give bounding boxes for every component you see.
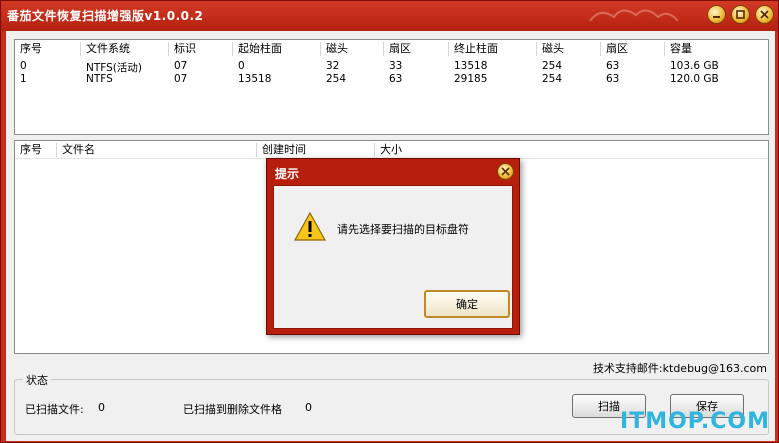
maximize-button[interactable] xyxy=(731,5,750,24)
column-header[interactable]: 扇区 xyxy=(601,40,628,58)
column-header[interactable]: 容量 xyxy=(665,40,692,58)
column-header[interactable]: 序号 xyxy=(15,141,42,159)
support-email: 技术支持邮件:ktdebug@163.com xyxy=(592,362,767,375)
close-icon xyxy=(760,10,769,19)
cell-start-cylinder: 0 xyxy=(238,60,245,72)
cell-start-sector: 33 xyxy=(389,60,403,72)
cell-capacity: 120.0 GB xyxy=(670,73,719,85)
cell-end-sector: 63 xyxy=(606,60,620,72)
alert-dialog: 提示 请先选择要扫描的目标盘符 确定 xyxy=(266,158,520,335)
dialog-close-button[interactable] xyxy=(497,163,514,180)
column-header[interactable]: 终止柱面 xyxy=(449,40,498,58)
scanned-files-value: 0 xyxy=(98,401,105,414)
status-group-label: 状态 xyxy=(23,372,51,388)
dialog-title: 提示 xyxy=(275,167,300,181)
maximize-icon xyxy=(736,10,745,19)
cell-flag: 07 xyxy=(174,60,188,72)
cell-index: 0 xyxy=(20,60,27,72)
watermark-text: ITMOP.COM xyxy=(620,409,770,434)
table-row[interactable]: 0 NTFS(活动) 07 0 32 33 13518 254 63 103.6… xyxy=(15,60,768,74)
cell-start-head: 254 xyxy=(326,73,347,85)
dialog-body: 请先选择要扫描的目标盘符 确定 xyxy=(273,185,513,329)
column-header[interactable]: 扇区 xyxy=(384,40,411,58)
main-window: 番茄文件恢复扫描增强版v1.0.0.2 序号 文件系统 标识 起始柱面 磁头 扇… xyxy=(0,0,779,443)
column-header[interactable]: 大小 xyxy=(375,141,402,159)
table-row[interactable]: 1 NTFS 07 13518 254 63 29185 254 63 120.… xyxy=(15,73,768,86)
minimize-button[interactable] xyxy=(707,5,726,24)
cell-end-cylinder: 29185 xyxy=(454,73,488,85)
cell-start-cylinder: 13518 xyxy=(238,73,272,85)
cell-end-head: 254 xyxy=(542,60,563,72)
scanned-files-label: 已扫描文件: xyxy=(25,403,84,416)
cell-end-sector: 63 xyxy=(606,73,620,85)
warning-icon xyxy=(294,212,326,241)
column-header[interactable]: 序号 xyxy=(15,40,42,58)
minimize-icon xyxy=(713,16,720,18)
cell-start-sector: 63 xyxy=(389,73,403,85)
cell-filesystem: NTFS xyxy=(86,73,113,85)
close-button[interactable] xyxy=(755,5,774,24)
column-header[interactable]: 创建时间 xyxy=(257,141,306,159)
ok-button[interactable]: 确定 xyxy=(424,290,510,318)
cell-index: 1 xyxy=(20,73,27,85)
cell-start-head: 32 xyxy=(326,60,340,72)
partition-table[interactable]: 序号 文件系统 标识 起始柱面 磁头 扇区 终止柱面 磁头 扇区 容量 0 NT… xyxy=(14,39,769,135)
cell-flag: 07 xyxy=(174,73,188,85)
dialog-message: 请先选择要扫描的目标盘符 xyxy=(337,223,469,236)
ok-button-label: 确定 xyxy=(456,298,478,311)
close-icon xyxy=(501,167,510,176)
scanned-deleted-value: 0 xyxy=(305,401,312,414)
column-header[interactable]: 文件名 xyxy=(57,141,95,159)
window-title: 番茄文件恢复扫描增强版v1.0.0.2 xyxy=(7,9,204,23)
cell-end-cylinder: 13518 xyxy=(454,60,488,72)
column-header[interactable]: 磁头 xyxy=(537,40,564,58)
column-header[interactable]: 标识 xyxy=(169,40,196,58)
file-table-header: 序号 文件名 创建时间 大小 xyxy=(15,141,768,159)
column-header[interactable]: 起始柱面 xyxy=(233,40,282,58)
cell-capacity: 103.6 GB xyxy=(670,60,719,72)
cell-end-head: 254 xyxy=(542,73,563,85)
scanned-deleted-label: 已扫描到删除文件格 xyxy=(183,403,282,416)
column-header[interactable]: 磁头 xyxy=(321,40,348,58)
cloud-ornament-icon xyxy=(589,9,679,22)
column-header[interactable]: 文件系统 xyxy=(81,40,130,58)
title-bar[interactable]: 番茄文件恢复扫描增强版v1.0.0.2 xyxy=(1,1,779,29)
